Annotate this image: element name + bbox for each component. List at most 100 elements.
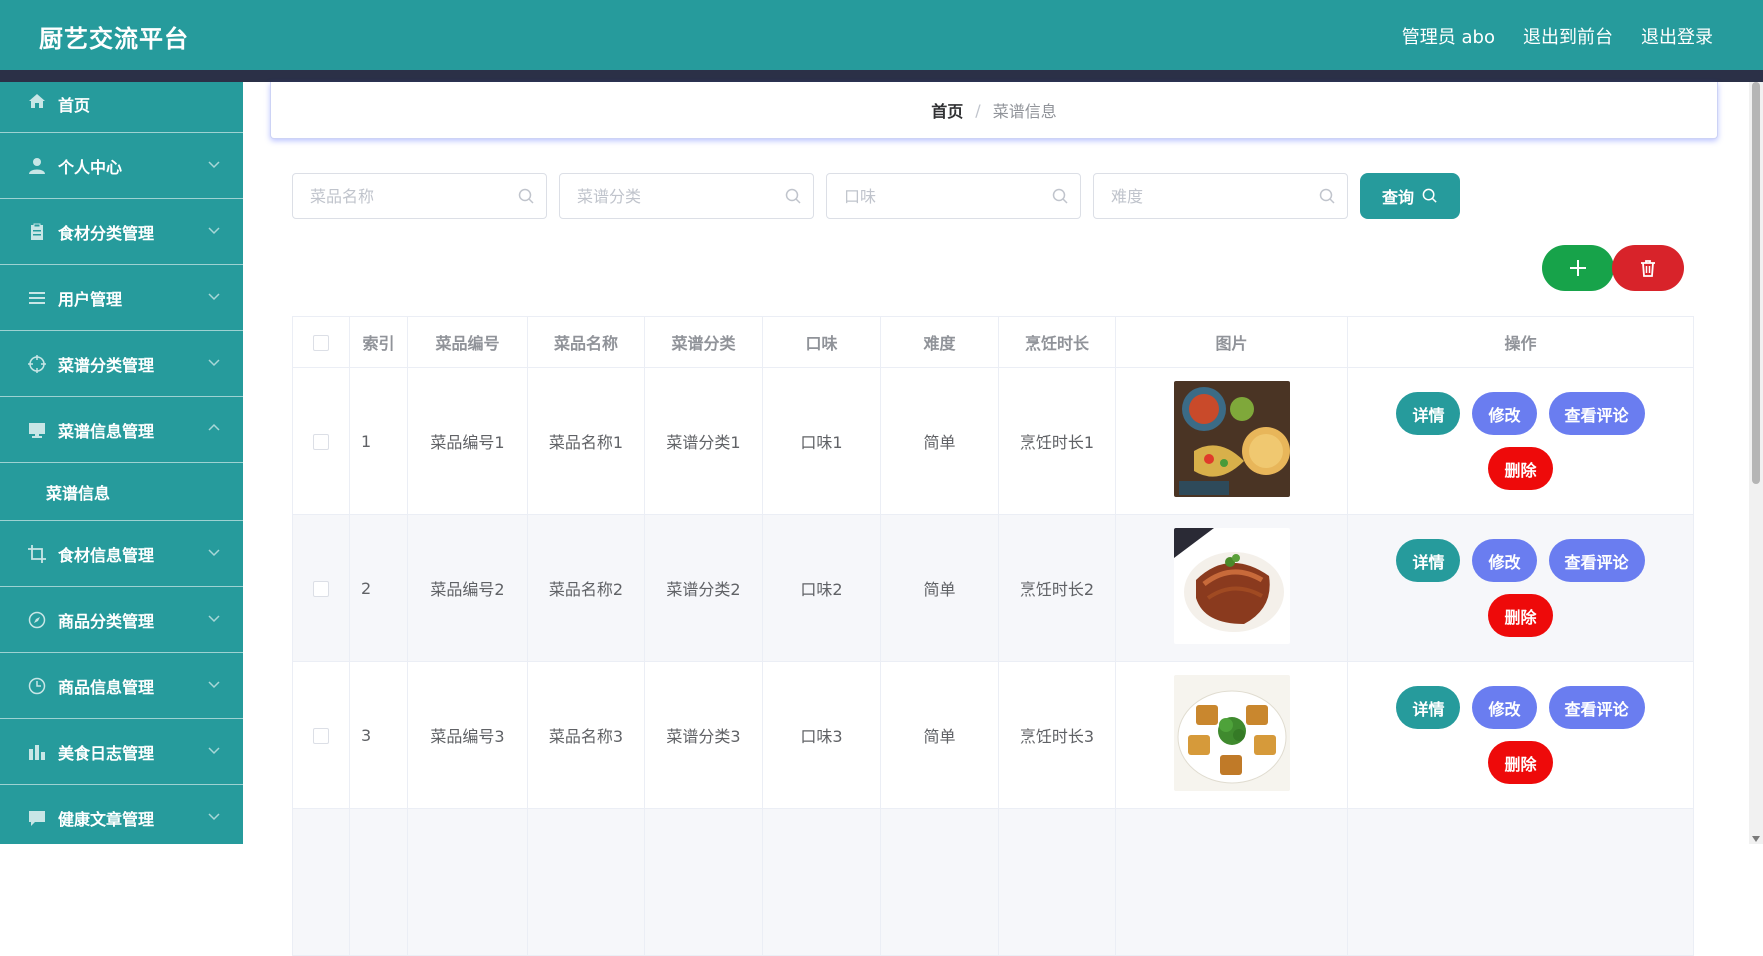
user-menu: 管理员 abo 退出到前台 退出登录	[1402, 23, 1713, 49]
query-button[interactable]: 查询	[1360, 173, 1460, 219]
chevron-down-icon	[208, 615, 220, 623]
chevron-down-icon	[208, 681, 220, 689]
search-icon	[518, 188, 534, 204]
view-comments-button[interactable]: 查看评论	[1548, 539, 1645, 582]
column-header: 口味	[762, 316, 881, 368]
search-icon	[1319, 188, 1335, 204]
sidebar-item-health-articles[interactable]: 健康文章管理	[0, 785, 243, 844]
sidebar-item-recipe-info[interactable]: 菜谱信息管理	[0, 397, 243, 463]
row-checkbox[interactable]	[313, 434, 329, 450]
row-select-cell	[292, 367, 350, 515]
detail-button[interactable]: 详情	[1396, 686, 1461, 729]
duration-cell: 烹饪时长1	[998, 367, 1116, 515]
actions-cell: 详情 修改 查看评论 删除	[1347, 661, 1694, 809]
home-icon	[28, 92, 46, 110]
row-select-cell	[292, 661, 350, 809]
chevron-down-icon	[208, 549, 220, 557]
select-all-checkbox[interactable]	[313, 335, 329, 351]
edit-button[interactable]: 修改	[1472, 539, 1537, 582]
category-cell: 菜谱分类3	[644, 661, 763, 809]
add-button[interactable]	[1542, 245, 1614, 291]
duration-cell: 烹饪时长3	[998, 661, 1116, 809]
sidebar-item-label: 商品信息管理	[58, 677, 155, 697]
image-cell	[1115, 661, 1348, 809]
admin-user-label[interactable]: 管理员 abo	[1402, 23, 1495, 49]
index-cell: 3	[349, 661, 408, 809]
app-title: 厨艺交流平台	[39, 25, 189, 53]
user-icon	[28, 157, 46, 175]
delete-button[interactable]: 删除	[1488, 741, 1553, 784]
column-header: 菜品编号	[407, 316, 528, 368]
name-cell: 菜品名称1	[527, 367, 645, 515]
sidebar-item-personal-center[interactable]: 个人中心	[0, 133, 243, 199]
delete-button[interactable]: 删除	[1488, 447, 1553, 490]
row-select-cell	[292, 514, 350, 662]
sidebar-item-label: 菜谱分类管理	[58, 355, 155, 375]
search-icon	[1422, 188, 1437, 203]
dish-photo[interactable]	[1173, 675, 1290, 791]
index-cell: 2	[349, 514, 408, 662]
table-row: 2 菜品编号2 菜品名称2 菜谱分类2 口味2 简单 烹饪时长2 详情 修改 查…	[292, 514, 1694, 662]
column-header: 操作	[1347, 316, 1694, 368]
breadcrumb-current: 菜谱信息	[992, 102, 1057, 121]
sidebar-item-ingredient-info[interactable]: 食材信息管理	[0, 521, 243, 587]
breadcrumb-home[interactable]: 首页	[931, 98, 963, 122]
category-cell	[644, 808, 763, 956]
name-cell	[527, 808, 645, 956]
sidebar-item-recipe-category[interactable]: 菜谱分类管理	[0, 331, 243, 397]
trash-icon	[1641, 260, 1655, 277]
difficulty-cell	[880, 808, 999, 956]
scrollbar-thumb[interactable]	[1752, 82, 1760, 484]
sidebar-item-product-info[interactable]: 商品信息管理	[0, 653, 243, 719]
dish-photo[interactable]	[1173, 528, 1290, 644]
sidebar-subitem-recipe-info[interactable]: 菜谱信息	[0, 463, 243, 521]
sidebar-item-home[interactable]: 首页	[0, 82, 243, 133]
flavor-cell: 口味1	[762, 367, 881, 515]
search-icon	[785, 188, 801, 204]
dish-name-search	[292, 173, 547, 219]
detail-button[interactable]: 详情	[1396, 392, 1461, 435]
breadcrumb: 首页 / 菜谱信息	[270, 82, 1718, 139]
monitor-icon	[28, 421, 46, 439]
sidebar-item-food-log[interactable]: 美食日志管理	[0, 719, 243, 785]
column-header: 菜谱分类	[644, 316, 763, 368]
logout-link[interactable]: 退出登录	[1641, 23, 1713, 49]
view-comments-button[interactable]: 查看评论	[1548, 686, 1645, 729]
recipe-category-search	[559, 173, 814, 219]
difficulty-input[interactable]	[1094, 174, 1347, 218]
column-header: 菜品名称	[527, 316, 645, 368]
detail-button[interactable]: 详情	[1396, 539, 1461, 582]
view-comments-button[interactable]: 查看评论	[1548, 392, 1645, 435]
select-all-cell	[292, 316, 350, 368]
table-row	[292, 808, 1694, 956]
batch-delete-button[interactable]	[1612, 245, 1684, 291]
dish-name-input[interactable]	[293, 174, 546, 218]
search-bar: 查询	[292, 173, 1460, 219]
sidebar-item-user-management[interactable]: 用户管理	[0, 265, 243, 331]
flavor-cell: 口味3	[762, 661, 881, 809]
edit-button[interactable]: 修改	[1472, 392, 1537, 435]
dish-photo[interactable]	[1173, 381, 1290, 497]
flavor-input[interactable]	[827, 174, 1080, 218]
compass-icon	[28, 611, 46, 629]
list-icon	[28, 289, 46, 307]
edit-button[interactable]: 修改	[1472, 686, 1537, 729]
sidebar-item-label: 美食日志管理	[58, 743, 155, 763]
column-header: 索引	[349, 316, 408, 368]
row-checkbox[interactable]	[313, 728, 329, 744]
chevron-down-icon	[208, 293, 220, 301]
page-scrollbar[interactable]	[1749, 82, 1763, 844]
actions-cell	[1347, 808, 1694, 956]
sidebar-item-product-category[interactable]: 商品分类管理	[0, 587, 243, 653]
row-checkbox[interactable]	[313, 581, 329, 597]
sidebar-item-ingredient-category[interactable]: 食材分类管理	[0, 199, 243, 265]
table-row: 1 菜品编号1 菜品名称1 菜谱分类1 口味1 简单 烹饪时长1 详情 修改 查…	[292, 367, 1694, 515]
delete-button[interactable]: 删除	[1488, 594, 1553, 637]
breadcrumb-separator: /	[975, 100, 981, 120]
difficulty-search	[1093, 173, 1348, 219]
chevron-down-icon	[208, 359, 220, 367]
sidebar-item-label: 食材信息管理	[58, 545, 155, 565]
scroll-down-arrow-icon[interactable]	[1752, 836, 1760, 842]
exit-to-front-link[interactable]: 退出到前台	[1523, 23, 1613, 49]
recipe-category-input[interactable]	[560, 174, 813, 218]
